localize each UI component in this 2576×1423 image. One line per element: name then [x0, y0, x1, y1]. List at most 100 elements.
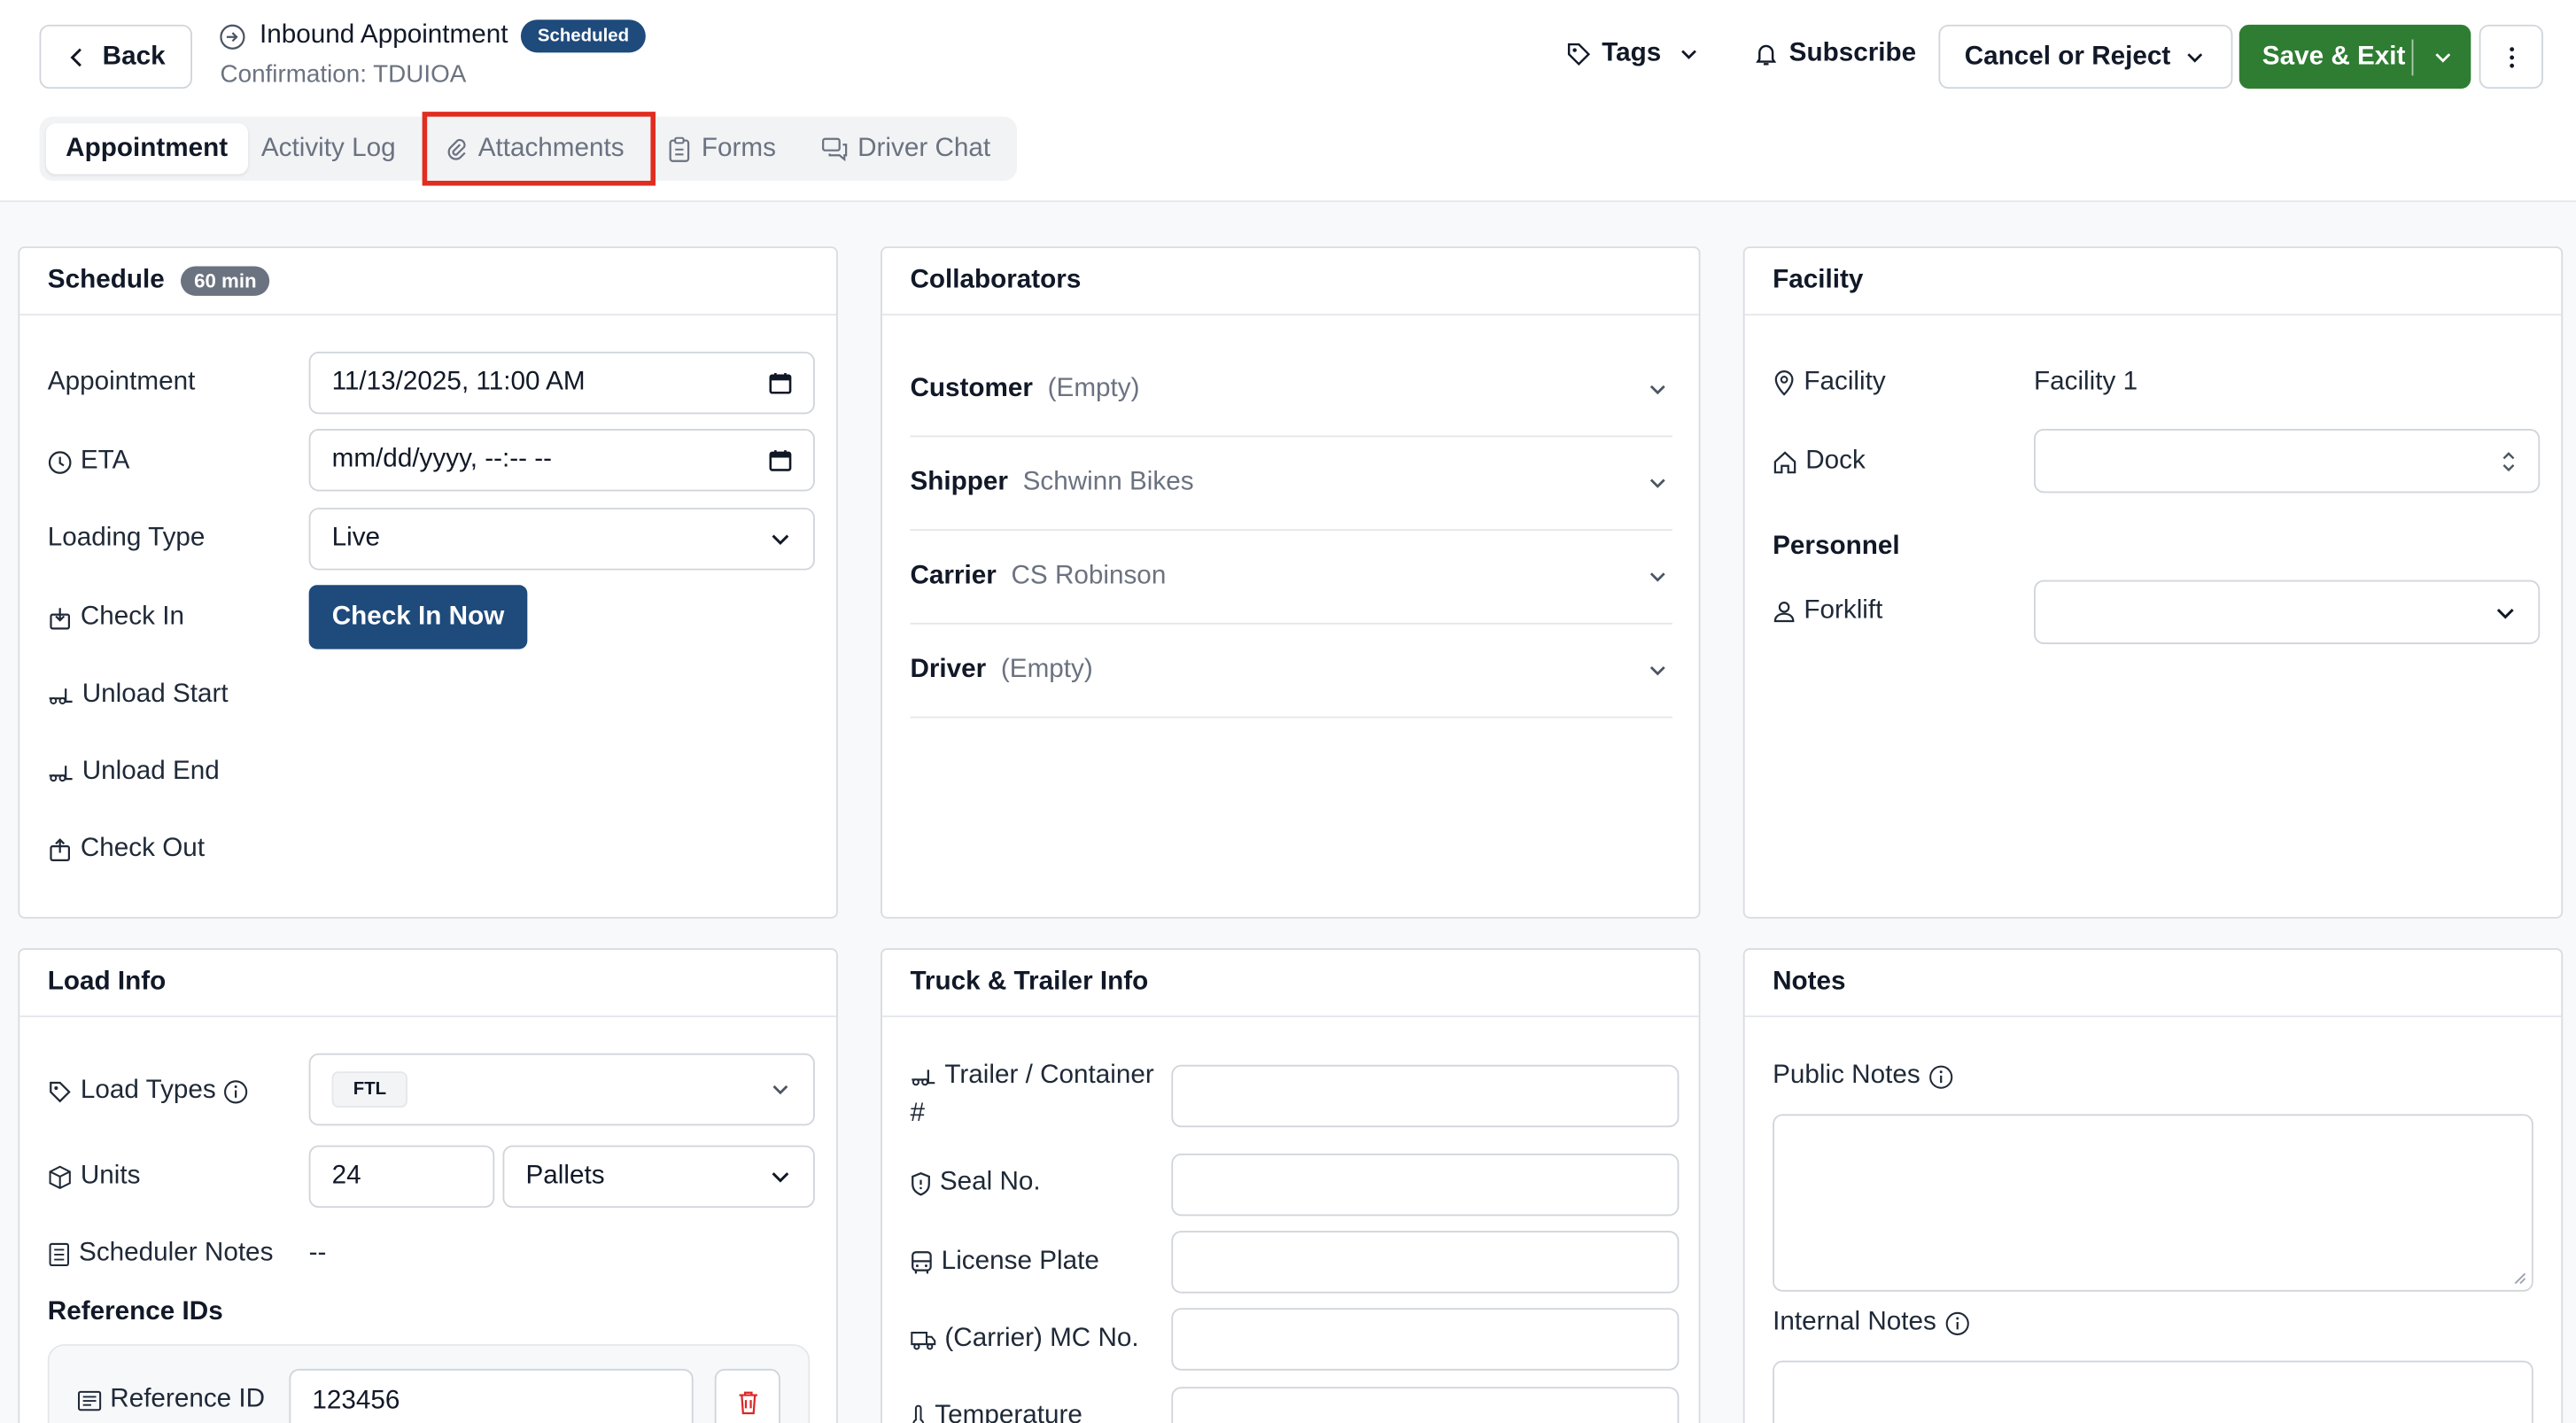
collaborator-customer[interactable]: Customer (Empty) [910, 344, 1672, 438]
chevron-down-icon [1649, 385, 1665, 395]
mc-number-input[interactable] [1171, 1308, 1680, 1371]
more-options-button[interactable] [2479, 24, 2543, 89]
collaborator-driver[interactable]: Driver (Empty) [910, 625, 1672, 719]
facility-card: Facility Facility Facility 1 Dock Person… [1742, 246, 2564, 919]
mc-number-label-text: (Carrier) MC No. [944, 1324, 1139, 1353]
load-types-label: Load Types [48, 1077, 249, 1106]
tab-activity-log[interactable]: Activity Log [242, 123, 415, 174]
shield-icon [912, 1171, 930, 1195]
save-and-exit-button[interactable]: Save & Exit [2238, 24, 2471, 89]
license-plate-label-text: License Plate [941, 1247, 1099, 1276]
notes-title: Notes [1773, 968, 1846, 996]
internal-notes-textarea[interactable] [1773, 1360, 2533, 1423]
load-types-select[interactable]: FTL [308, 1053, 815, 1126]
delete-reference-button[interactable] [714, 1368, 780, 1423]
user-icon [1773, 601, 1795, 623]
calendar-icon[interactable] [769, 448, 792, 471]
appointment-value: 11/13/2025, 11:00 AM [331, 368, 586, 396]
save-label: Save & Exit [2262, 42, 2406, 70]
info-icon[interactable] [1928, 1064, 1953, 1089]
home-icon [1773, 450, 1796, 473]
check-out-icon [50, 837, 71, 861]
unload-start-label: Unload Start [48, 680, 229, 710]
duration-badge: 60 min [181, 266, 270, 296]
dock-select[interactable] [2033, 429, 2541, 494]
temperature-input[interactable] [1171, 1387, 1680, 1423]
collaborator-label: Driver [910, 655, 987, 684]
chevron-down-icon [2434, 52, 2450, 62]
reference-id-label: Reference ID [77, 1385, 265, 1414]
reference-id-input[interactable]: 123456 [289, 1368, 694, 1423]
license-plate-input[interactable] [1171, 1231, 1680, 1294]
chevron-down-icon [1649, 572, 1665, 582]
bell-icon [1756, 44, 1777, 66]
attachments-tab-highlight [422, 112, 656, 186]
clock-icon [48, 450, 72, 473]
chevron-down-icon [1681, 50, 1697, 59]
tags-dropdown[interactable]: Tags [1565, 40, 1700, 69]
license-plate-label: License Plate [910, 1247, 1099, 1277]
units-type-select[interactable]: Pallets [502, 1145, 815, 1209]
truck-icon [911, 1331, 936, 1349]
back-button[interactable]: Back [39, 24, 192, 89]
trailer-number-input[interactable] [1171, 1064, 1680, 1128]
dock-label: Dock [1773, 447, 1866, 476]
forklift-label-text: Forklift [1804, 596, 1883, 625]
tags-label: Tags [1602, 39, 1662, 68]
forklift-icon [49, 766, 73, 782]
eta-label-text: ETA [80, 447, 130, 475]
facility-header: Facility [1744, 248, 2562, 316]
calendar-icon[interactable] [769, 371, 792, 394]
check-in-label-text: Check In [80, 603, 184, 632]
subscribe-label: Subscribe [1788, 39, 1917, 68]
units-input[interactable]: 24 [308, 1145, 495, 1209]
collaborator-value: Schwinn Bikes [1022, 468, 1194, 497]
trailer-icon [912, 1069, 935, 1086]
chat-icon [822, 137, 848, 161]
seal-label: Seal No. [910, 1168, 1041, 1198]
chevron-down-icon [772, 534, 789, 546]
loading-type-select[interactable]: Live [308, 508, 815, 571]
info-icon[interactable] [224, 1079, 249, 1104]
tab-appointment[interactable]: Appointment [45, 123, 248, 175]
bus-icon [912, 1250, 932, 1273]
id-card-icon [78, 1389, 102, 1411]
map-pin-icon [1774, 370, 1794, 396]
info-icon[interactable] [1944, 1310, 1969, 1335]
chevron-down-icon [2496, 608, 2514, 618]
collaborator-carrier[interactable]: Carrier CS Robinson [910, 531, 1672, 625]
trailer-label-suffix: # [910, 1100, 925, 1129]
back-label: Back [102, 42, 166, 70]
units-value: 24 [331, 1162, 361, 1190]
tab-forms[interactable]: Forms [648, 123, 796, 174]
tab-driver-chat[interactable]: Driver Chat [802, 123, 1010, 174]
public-notes-textarea[interactable] [1773, 1114, 2533, 1292]
page-header: Back Inbound Appointment Scheduled Confi… [0, 0, 2576, 203]
seal-number-input[interactable] [1171, 1153, 1680, 1217]
status-badge: Scheduled [521, 19, 646, 53]
title-row: Inbound Appointment Scheduled [219, 19, 646, 53]
box-icon [49, 1164, 71, 1189]
eta-datetime-input[interactable]: mm/dd/yyyy, --:-- -- [308, 429, 815, 492]
facility-label: Facility [1773, 368, 1886, 397]
resize-handle-icon[interactable] [2512, 1271, 2527, 1286]
personnel-title: Personnel [1773, 532, 1900, 561]
loading-type-value: Live [331, 524, 381, 553]
collaborator-shipper[interactable]: Shipper Schwinn Bikes [910, 437, 1672, 532]
subscribe-button[interactable]: Subscribe [1753, 40, 1916, 69]
truck-trailer-header: Truck & Trailer Info [881, 950, 1699, 1017]
mc-number-label: (Carrier) MC No. [910, 1324, 1139, 1354]
save-options-toggle[interactable] [2413, 45, 2471, 68]
appointment-datetime-input[interactable]: 11/13/2025, 11:00 AM [308, 351, 815, 415]
seal-label-text: Seal No. [939, 1168, 1041, 1197]
check-in-now-button[interactable]: Check In Now [308, 585, 528, 649]
unload-end-label: Unload End [48, 758, 220, 787]
collaborators-card: Collaborators Customer (Empty) Shipper S… [881, 246, 1701, 919]
forklift-select[interactable] [2033, 579, 2541, 645]
forklift-icon [49, 688, 73, 704]
collaborator-value: (Empty) [1047, 374, 1140, 403]
reference-id-label-text: Reference ID [110, 1385, 266, 1413]
load-info-card: Load Info Load Types FTL Units 24 Pallet… [18, 948, 838, 1423]
cancel-or-reject-button[interactable]: Cancel or Reject [1938, 24, 2233, 89]
units-label: Units [48, 1162, 140, 1191]
